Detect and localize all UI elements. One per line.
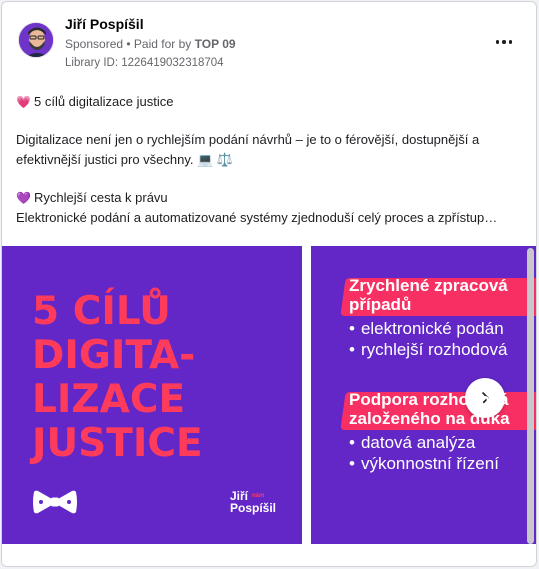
author-name[interactable]: Jiří Pospíšil	[65, 16, 144, 32]
slide2-heading-1: Zrychlené zpracová případů	[340, 276, 536, 316]
slide2-list-1: elektronické podán rychlejší rozhodová	[349, 318, 508, 360]
purple-heart-icon: 💜	[16, 191, 31, 205]
slide2-heading-2-line-2: založeného na důka	[349, 409, 510, 428]
sponsored-label: Sponsored	[65, 37, 124, 51]
slide2-list-2: datová analýza výkonnostní řízení	[349, 432, 510, 474]
logo-mini: nám	[252, 493, 265, 499]
slide2-list-item: výkonnostní řízení	[349, 453, 510, 474]
slide1-title-line: JUSTICE	[32, 421, 203, 466]
slide2-section-1: Zrychlené zpracová případů elektronické …	[340, 276, 536, 360]
paid-for-by: TOP 09	[194, 37, 236, 51]
body-subtitle-text: Rychlejší cesta k právu	[34, 190, 168, 205]
slide2-list-item: datová analýza	[349, 432, 510, 453]
body-line-title: 💗 5 cílů digitalizace justice	[16, 92, 526, 112]
body-truncated-line: Elektronické podání a automatizované sys…	[16, 210, 498, 225]
slide1-logo: Jiří nám Pospíšil	[230, 490, 276, 514]
sponsored-line: Sponsored • Paid for by TOP 09	[65, 37, 236, 51]
logo-line-2: Pospíšil	[230, 501, 277, 515]
more-options-icon[interactable]	[490, 32, 518, 52]
carousel-slide-1[interactable]: 5 CÍLŮ DIGITA- LIZACE JUSTICE Jiří nám P…	[2, 246, 302, 546]
post-header: Jiří Pospíšil Sponsored • Paid for by TO…	[16, 12, 522, 72]
carousel-slide-2[interactable]: Zrychlené zpracová případů elektronické …	[311, 246, 536, 546]
paid-for-label: Paid for by	[133, 37, 195, 51]
avatar[interactable]	[18, 22, 54, 58]
ad-post-card: Jiří Pospíšil Sponsored • Paid for by TO…	[1, 1, 537, 567]
slide2-heading-2-line-1: Podpora rozhodová	[349, 390, 509, 409]
post-body: 💗 5 cílů digitalizace justice Digitalizac…	[16, 92, 526, 228]
slide2-heading-1-line-2: případů	[349, 295, 412, 314]
separator: •	[123, 37, 134, 51]
slide2-list-item: rychlejší rozhodová	[349, 339, 508, 360]
slide1-title-line: DIGITA-	[32, 333, 196, 378]
bow-tie-icon	[33, 490, 77, 514]
post-footer	[2, 544, 536, 566]
pink-heart-icon: 💗	[16, 95, 31, 109]
slide1-title-line: 5 CÍLŮ	[32, 289, 171, 334]
avatar-portrait	[19, 23, 53, 57]
scrollbar[interactable]	[527, 248, 534, 544]
slide2-heading-1-line-1: Zrychlené zpracová	[349, 276, 508, 295]
image-carousel[interactable]: 5 CÍLŮ DIGITA- LIZACE JUSTICE Jiří nám P…	[2, 246, 536, 546]
slide2-list-item: elektronické podán	[349, 318, 508, 339]
body-title-text: 5 cílů digitalizace justice	[34, 94, 174, 109]
slide1-title-line: LIZACE	[32, 377, 186, 422]
slide2-section-2: Podpora rozhodová založeného na důka dat…	[340, 390, 536, 474]
library-id: Library ID: 1226419032318704	[65, 57, 224, 69]
body-line-subtitle: 💜 Rychlejší cesta k právu	[16, 188, 526, 208]
slide1-title: 5 CÍLŮ DIGITA- LIZACE JUSTICE	[32, 290, 203, 466]
body-para-line-2: efektivnější justici pro všechny. 💻 ⚖️	[16, 152, 234, 167]
body-para-line-1: Digitalizace není jen o rychlejším podán…	[16, 132, 480, 147]
slide2-heading-2: Podpora rozhodová založeného na důka	[340, 390, 536, 430]
